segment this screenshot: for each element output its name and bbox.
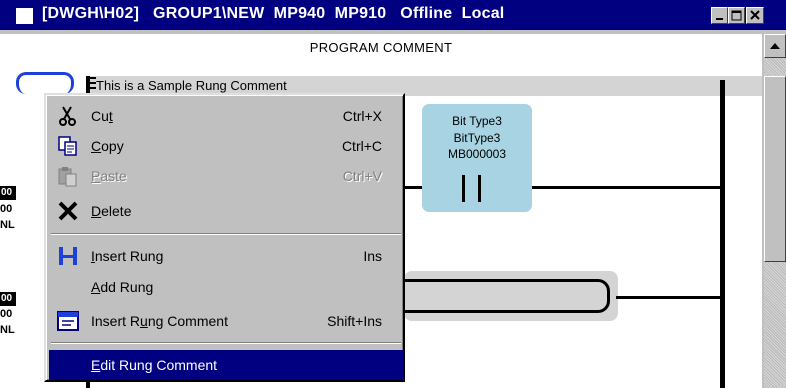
minimize-button[interactable] xyxy=(711,7,728,24)
contact-left-plate xyxy=(462,175,465,202)
rung-2-number: 00 xyxy=(0,292,16,306)
rung-1-number: 00 xyxy=(0,186,16,200)
rung-selection-marker[interactable] xyxy=(16,72,74,94)
contact-right-plate xyxy=(478,175,481,202)
menu-item-delete[interactable]: Delete xyxy=(49,196,404,226)
insert-rung-icon xyxy=(59,247,77,265)
contact-label-2: BitType3 xyxy=(453,131,501,145)
rung-1-step: 00 xyxy=(0,203,13,215)
close-button[interactable] xyxy=(746,7,764,24)
menu-item-cut[interactable]: Cut Ctrl+X xyxy=(49,101,404,131)
menu-separator xyxy=(51,233,401,235)
rung-2-wire xyxy=(616,296,720,299)
paste-icon xyxy=(58,167,77,187)
menu-separator xyxy=(51,342,401,344)
up-arrow-icon xyxy=(770,43,780,49)
menu-label-delete: Delete xyxy=(91,203,132,219)
shortcut-paste: Ctrl+V xyxy=(342,168,382,184)
copy-icon xyxy=(58,136,77,156)
scissors-icon xyxy=(59,106,76,126)
comment-marker-icon xyxy=(87,77,96,89)
scroll-thumb[interactable] xyxy=(764,76,786,262)
close-icon xyxy=(750,10,760,20)
maximize-icon xyxy=(731,10,742,21)
menu-label-add-rung: Add Rung xyxy=(91,279,154,295)
rung-1-nl: NL xyxy=(0,219,15,231)
minimize-icon xyxy=(716,18,723,20)
menu-label-insert-rung-comment: Insert Rung Comment xyxy=(91,313,228,329)
rung-2-branch xyxy=(404,279,610,313)
maximize-button[interactable] xyxy=(728,7,745,24)
menu-item-edit-rung-comment[interactable]: Edit Rung Comment xyxy=(49,350,404,380)
window-title: [DWGH\H02] GROUP1\NEW MP940 MP910 Offlin… xyxy=(42,5,505,22)
menu-item-paste[interactable]: Paste Ctrl+V xyxy=(49,161,404,191)
contact-address: MB000003 xyxy=(447,147,507,161)
menu-label-cut: Cut xyxy=(91,108,113,124)
program-comment: PROGRAM COMMENT xyxy=(309,40,453,55)
menu-item-add-rung[interactable]: Add Rung xyxy=(49,272,404,302)
menu-item-insert-rung[interactable]: Insert Rung Ins xyxy=(49,241,404,271)
shortcut-insert-rung-comment: Shift+Ins xyxy=(327,313,382,329)
app-icon[interactable] xyxy=(16,8,33,24)
contact-label-1: Bit Type3 xyxy=(452,114,502,128)
shortcut-copy: Ctrl+C xyxy=(341,138,382,154)
menu-label-paste: Paste xyxy=(91,168,127,184)
menu-label-copy: Copy xyxy=(91,138,124,154)
shortcut-insert-rung: Ins xyxy=(363,248,382,264)
menu-item-copy[interactable]: Copy Ctrl+C xyxy=(49,131,404,161)
shortcut-cut: Ctrl+X xyxy=(342,108,382,124)
rung-2-nl: NL xyxy=(0,324,15,336)
rung-comment-text: This is a Sample Rung Comment xyxy=(96,78,287,93)
insert-comment-icon xyxy=(57,311,79,331)
scroll-up-button[interactable] xyxy=(764,34,786,58)
menu-item-insert-rung-comment[interactable]: Insert Rung Comment Shift+Ins xyxy=(49,306,404,336)
menu-label-insert-rung: Insert Rung xyxy=(91,248,164,264)
delete-x-icon xyxy=(58,201,78,221)
title-bar[interactable]: [DWGH\H02] GROUP1\NEW MP940 MP910 Offlin… xyxy=(0,0,786,30)
menu-label-edit-rung-comment: Edit Rung Comment xyxy=(91,357,218,373)
right-power-rail xyxy=(720,80,725,388)
rung-2-step: 00 xyxy=(0,308,13,320)
context-menu: Cut Ctrl+X Copy Ctrl+C Paste Ctrl+V Dele… xyxy=(44,93,405,382)
